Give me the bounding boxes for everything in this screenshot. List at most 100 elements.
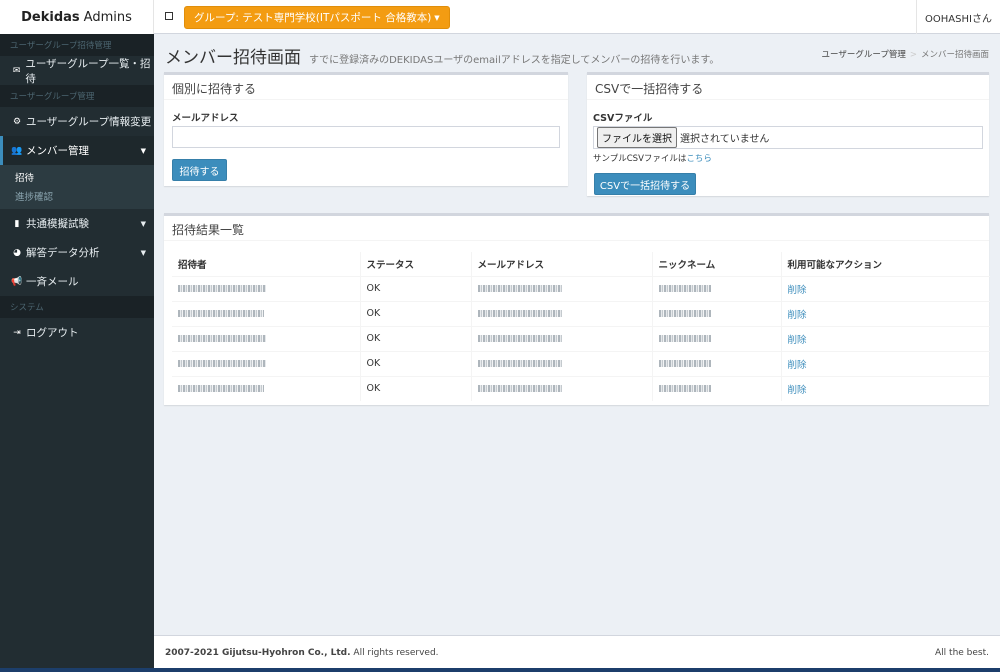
- brand-logo[interactable]: Dekidas Admins: [0, 0, 154, 34]
- redacted-text: [178, 335, 266, 342]
- column-header: メールアドレス: [470, 252, 652, 277]
- box-title: CSVで一括招待する: [595, 82, 704, 96]
- sidebar-section-invite: ユーザーグループ招待管理: [0, 34, 154, 56]
- email-cell: [470, 275, 652, 301]
- table-row: OK 削除: [172, 350, 990, 376]
- table-row: OK 削除: [172, 375, 990, 401]
- page-description: すでに登録済みのDEKIDASユーザのemailアドレスを指定してメンバーの招待…: [309, 55, 720, 66]
- status-cell: OK: [359, 325, 471, 351]
- file-status: 選択されていません: [680, 134, 770, 145]
- sidebar-item-label: 共通模擬試験: [26, 218, 89, 230]
- user-menu[interactable]: OOHASHIさん: [916, 0, 1000, 34]
- sidebar-item-exam[interactable]: ▮ 共通模擬試験 ▼: [0, 209, 154, 238]
- members-submenu: 招待 進捗確認: [0, 165, 154, 209]
- sidebar-item-label: メンバー管理: [26, 145, 89, 157]
- email-cell: [470, 325, 652, 351]
- breadcrumb-separator: >: [909, 50, 917, 60]
- group-select-label: グループ: テスト専門学校(ITパスポート 合格教本): [194, 12, 432, 24]
- email-cell: [470, 350, 652, 376]
- status-cell: OK: [359, 350, 471, 376]
- sidebar-item-analysis[interactable]: ◕ 解答データ分析 ▼: [0, 238, 154, 267]
- sidebar-item-mail[interactable]: 📢 一斉メール: [0, 267, 154, 296]
- caret-down-icon: ▼: [140, 220, 146, 228]
- csv-file-input[interactable]: ファイルを選択 選択されていません: [593, 126, 983, 149]
- users-icon: 👥: [11, 145, 23, 156]
- action-cell: 削除: [780, 350, 990, 376]
- redacted-text: [477, 335, 562, 342]
- group-select-button[interactable]: グループ: テスト専門学校(ITパスポート 合格教本) ▼: [184, 6, 450, 29]
- caret-down-icon: ▼: [140, 147, 146, 155]
- sign-out-icon: ⇥: [13, 327, 21, 338]
- invite-results-box: 招待結果一覧 招待者 ステータス メールアドレス ニックネーム 利用可能なアクシ…: [164, 213, 990, 405]
- box-divider: [587, 99, 989, 100]
- breadcrumb: ユーザーグループ管理 > メンバー招待画面: [822, 48, 989, 60]
- delete-link[interactable]: 削除: [788, 360, 807, 371]
- copyright: 2007-2021 Gijutsu-Hyohron Co., Ltd. All …: [165, 648, 439, 658]
- box-divider: [164, 240, 989, 241]
- sidebar-item-label: 一斉メール: [26, 276, 79, 288]
- gears-icon: ⚙: [12, 116, 22, 127]
- bullhorn-icon: 📢: [11, 276, 23, 287]
- individual-invite-box: 個別に招待する メールアドレス 招待する: [164, 72, 568, 186]
- sidebar-item-label: ユーザーグループ情報変更: [26, 116, 152, 128]
- sidebar-toggle-icon[interactable]: [165, 12, 173, 20]
- delete-link[interactable]: 削除: [788, 310, 807, 321]
- action-cell: 削除: [780, 300, 990, 326]
- inviter-cell: [172, 350, 360, 376]
- copyright-holder: 2007-2021 Gijutsu-Hyohron Co., Ltd.: [165, 648, 351, 658]
- sidebar: ユーザーグループ招待管理 ✉ ユーザーグループ一覧・招待 ユーザーグループ管理 …: [0, 34, 154, 672]
- redacted-text: [477, 360, 562, 367]
- box-title: 招待結果一覧: [172, 223, 245, 237]
- sample-csv-link[interactable]: こちら: [686, 154, 712, 164]
- sidebar-section-system: システム: [0, 296, 154, 318]
- nickname-cell: [651, 325, 781, 351]
- inviter-cell: [172, 275, 360, 301]
- nickname-cell: [651, 275, 781, 301]
- delete-link[interactable]: 削除: [788, 285, 807, 296]
- breadcrumb-root[interactable]: ユーザーグループ管理: [822, 50, 906, 60]
- csv-file-label: CSVファイル: [593, 113, 653, 124]
- redacted-text: [178, 360, 266, 367]
- column-header: 利用可能なアクション: [780, 252, 990, 277]
- nickname-cell: [651, 375, 781, 401]
- redacted-text: [477, 285, 562, 292]
- table-row: OK 削除: [172, 275, 990, 301]
- nickname-cell: [651, 350, 781, 376]
- nickname-cell: [651, 300, 781, 326]
- inviter-cell: [172, 300, 360, 326]
- sidebar-subitem-progress[interactable]: 進捗確認: [0, 186, 154, 205]
- footer-tagline: All the best.: [935, 648, 989, 658]
- sidebar-item-label: 解答データ分析: [26, 247, 100, 259]
- sidebar-item-logout[interactable]: ⇥ ログアウト: [0, 318, 154, 347]
- column-header: 招待者: [172, 252, 360, 277]
- pie-chart-icon: ◕: [13, 247, 21, 258]
- redacted-text: [178, 285, 266, 292]
- status-cell: OK: [359, 275, 471, 301]
- sidebar-item-group-list[interactable]: ✉ ユーザーグループ一覧・招待: [0, 56, 154, 85]
- table-row: OK 削除: [172, 300, 990, 326]
- email-input[interactable]: [172, 126, 560, 148]
- top-navbar: Dekidas Admins グループ: テスト専門学校(ITパスポート 合格教…: [0, 0, 1000, 34]
- caret-down-icon: ▼: [140, 249, 146, 257]
- email-cell: [470, 300, 652, 326]
- redacted-text: [658, 385, 711, 393]
- sidebar-subitem-invite[interactable]: 招待: [0, 167, 154, 186]
- redacted-text: [178, 385, 264, 393]
- delete-link[interactable]: 削除: [788, 385, 807, 396]
- user-name: OOHASHIさん: [925, 13, 992, 25]
- sidebar-item-members[interactable]: 👥 メンバー管理 ▼: [0, 136, 154, 165]
- csv-invite-box: CSVで一括招待する CSVファイル ファイルを選択 選択されていません サンプ…: [587, 72, 989, 196]
- invite-button[interactable]: 招待する: [172, 159, 227, 181]
- sidebar-item-label: ユーザーグループ一覧・招待: [25, 57, 151, 85]
- email-label: メールアドレス: [172, 113, 239, 124]
- csv-invite-button[interactable]: CSVで一括招待する: [594, 173, 696, 195]
- sidebar-item-group-edit[interactable]: ⚙ ユーザーグループ情報変更: [0, 107, 154, 136]
- delete-link[interactable]: 削除: [788, 335, 807, 346]
- action-cell: 削除: [780, 275, 990, 301]
- column-header: ステータス: [359, 252, 471, 277]
- copyright-rights: All rights reserved.: [350, 648, 439, 658]
- redacted-text: [658, 360, 711, 367]
- choose-file-button[interactable]: ファイルを選択: [597, 127, 677, 148]
- page-header: メンバー招待画面 すでに登録済みのDEKIDASユーザのemailアドレスを指定…: [165, 43, 719, 68]
- box-title: 個別に招待する: [172, 82, 257, 96]
